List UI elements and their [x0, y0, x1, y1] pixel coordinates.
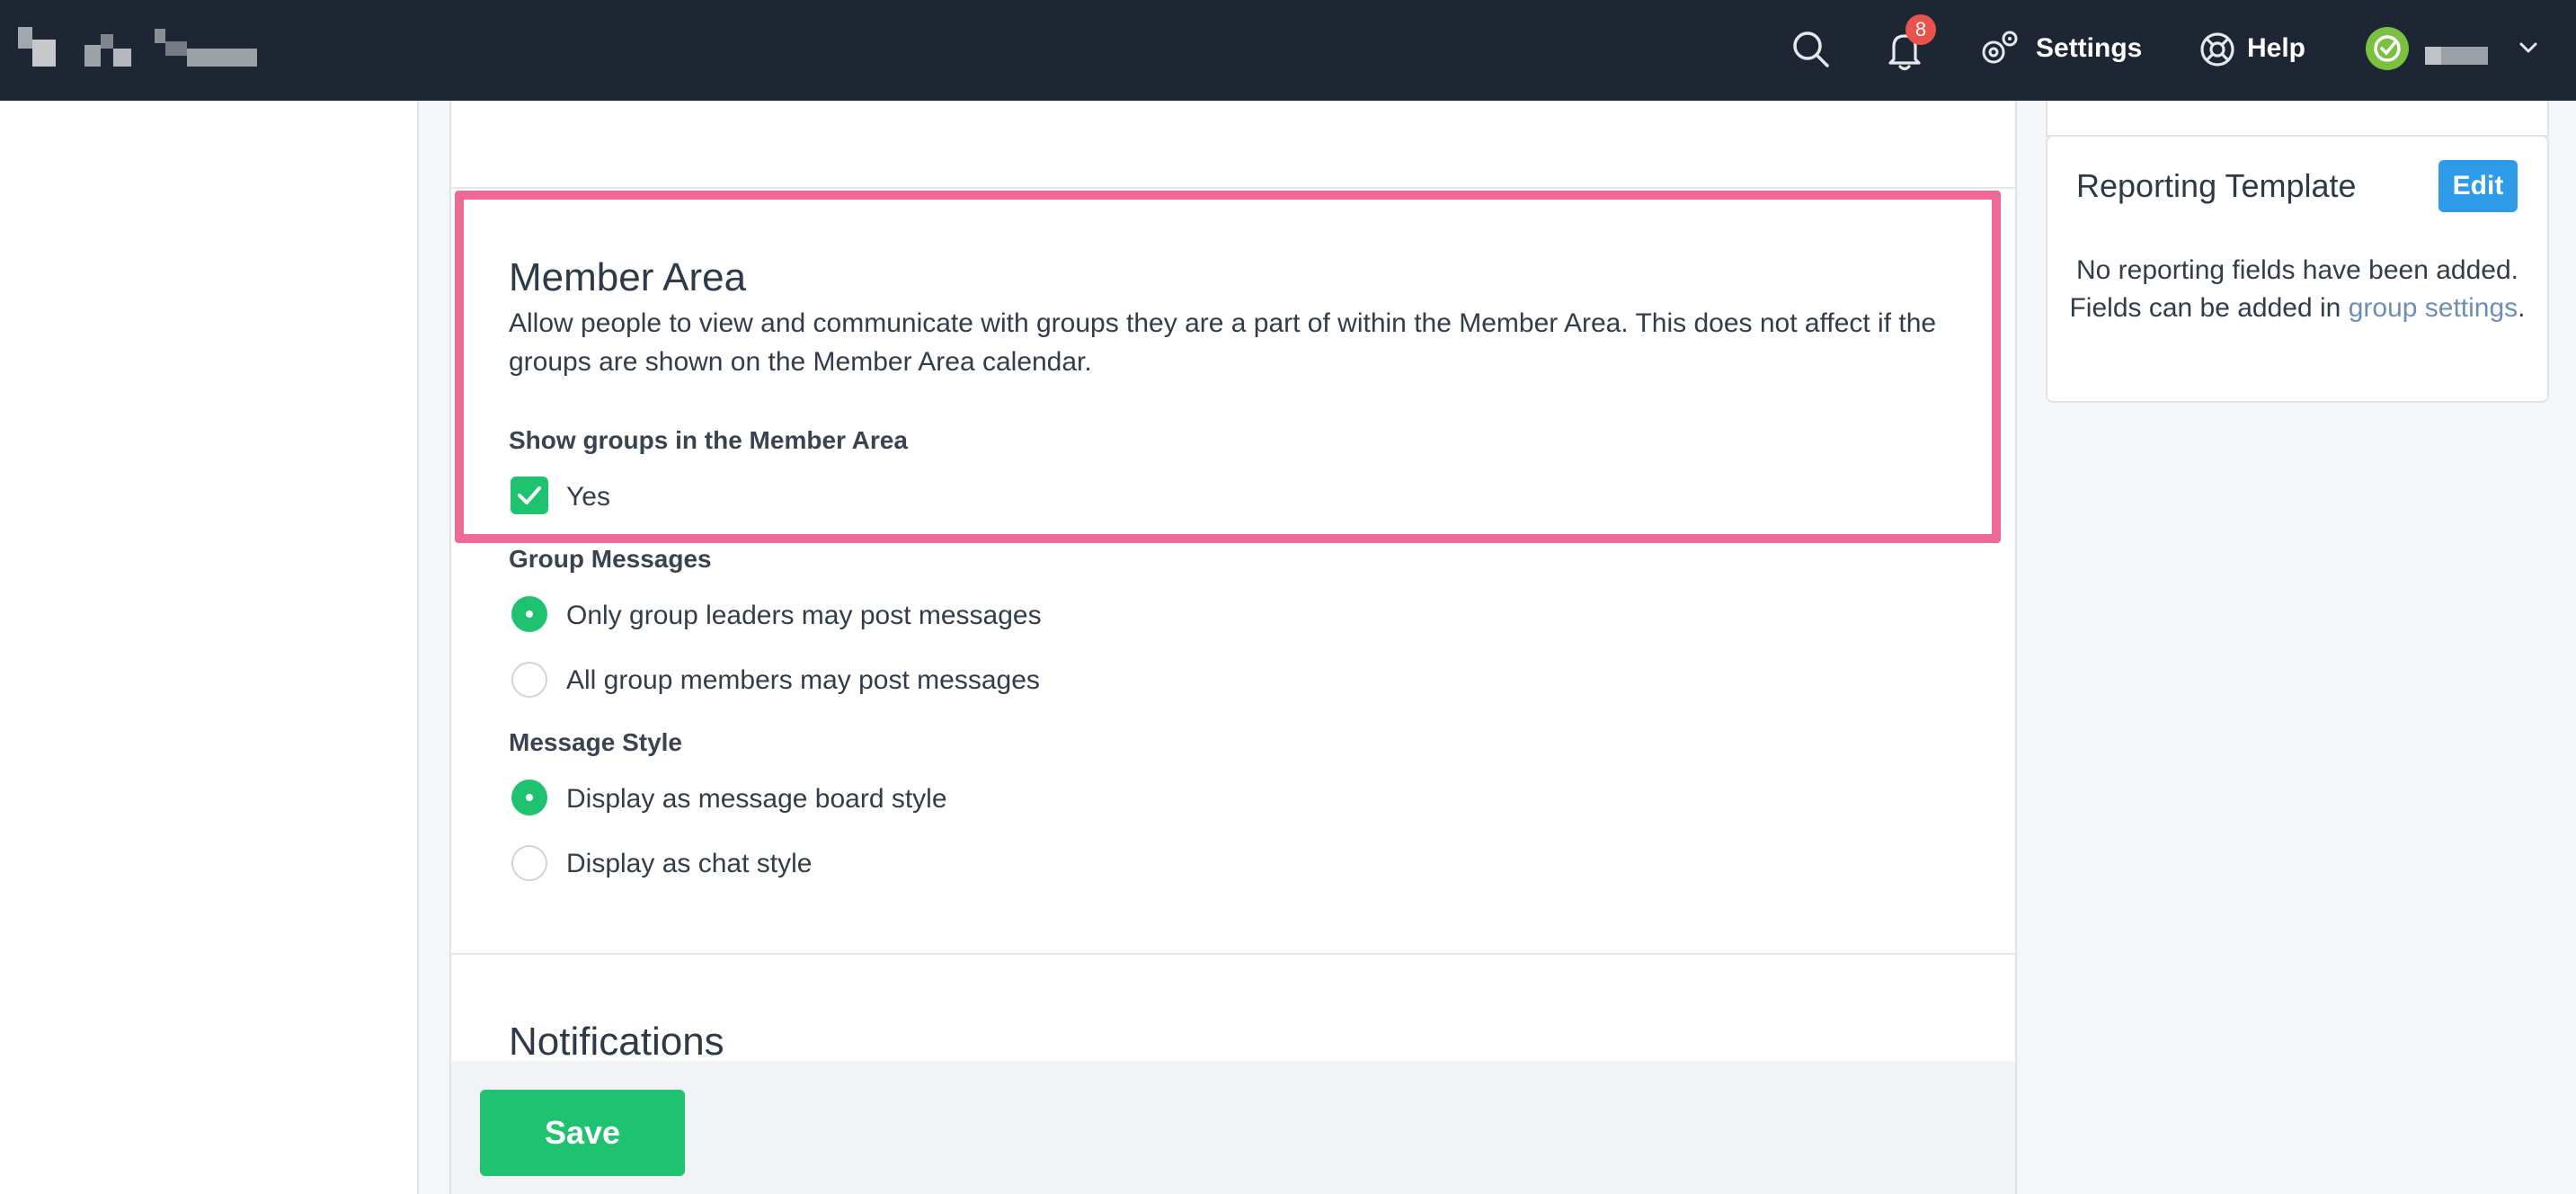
- radio-chat-style[interactable]: [511, 845, 547, 881]
- save-button[interactable]: Save: [480, 1090, 685, 1176]
- group-settings-link[interactable]: group settings: [2349, 293, 2518, 323]
- radio-leaders-only[interactable]: [511, 596, 547, 632]
- lifebuoy-icon[interactable]: [2193, 25, 2242, 74]
- chevron-down-icon[interactable]: [2515, 34, 2542, 61]
- notification-count-badge: 8: [1905, 14, 1936, 45]
- reporting-template-period: .: [2518, 293, 2526, 323]
- option-all-members-label[interactable]: All group members may post messages: [566, 665, 1040, 696]
- avatar-check-icon: [2374, 35, 2401, 62]
- section-divider: [451, 953, 2015, 955]
- radio-all-members[interactable]: [511, 662, 547, 698]
- gear-icon[interactable]: [1976, 25, 2024, 74]
- help-link[interactable]: Help: [2247, 31, 2305, 67]
- user-avatar[interactable]: [2366, 27, 2409, 70]
- previous-card-bottom: [2046, 101, 2549, 137]
- group-messages-label: Group Messages: [509, 545, 712, 573]
- user-name[interactable]: [2425, 47, 2441, 65]
- user-name-blur: [2441, 47, 2488, 65]
- option-leaders-only-label[interactable]: Only group leaders may post messages: [566, 601, 1042, 631]
- notifications-title: Notifications: [509, 1020, 724, 1064]
- left-sidebar: [0, 101, 419, 1194]
- reporting-template-message: No reporting fields have been added. Fie…: [2064, 252, 2531, 327]
- search-icon[interactable]: [1787, 25, 1835, 74]
- top-navigation-bar: 8 Settings Help: [0, 0, 2576, 101]
- radio-message-board-style[interactable]: [511, 780, 547, 815]
- reporting-template-title: Reporting Template: [2076, 167, 2357, 204]
- organization-logo[interactable]: [18, 27, 261, 67]
- section-divider: [451, 187, 2015, 189]
- settings-link[interactable]: Settings: [2036, 31, 2142, 67]
- option-message-board-label[interactable]: Display as message board style: [566, 784, 947, 815]
- save-bar: [451, 1061, 2015, 1194]
- option-chat-style-label[interactable]: Display as chat style: [566, 849, 812, 879]
- message-style-label: Message Style: [509, 728, 682, 756]
- highlight-box: [455, 191, 2001, 543]
- edit-reporting-template-button[interactable]: Edit: [2438, 160, 2518, 212]
